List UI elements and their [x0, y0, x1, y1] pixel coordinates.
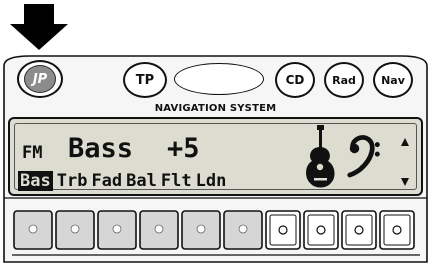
- menu-item-bal[interactable]: Bal: [126, 171, 157, 191]
- rad-button[interactable]: Rad: [324, 62, 364, 98]
- preset-buttons-row: [12, 210, 420, 256]
- down-arrow-icon: [10, 4, 68, 50]
- band-label: FM: [22, 143, 43, 163]
- brand-label: NAVIGATION SYSTEM: [154, 103, 277, 114]
- power-button[interactable]: JP: [17, 60, 63, 98]
- setting-name: Bass: [68, 133, 134, 164]
- menu-row: Bas Trb Fad Bal Flt Ldn: [18, 171, 226, 191]
- tp-label: TP: [135, 72, 155, 88]
- center-oval-button[interactable]: [174, 63, 264, 95]
- setting-value: +5: [167, 133, 200, 164]
- function-button-1[interactable]: [265, 210, 301, 250]
- nav-label: Nav: [381, 73, 405, 87]
- cd-label: CD: [285, 73, 305, 87]
- tp-button[interactable]: TP: [123, 62, 167, 98]
- lcd-display: FM Bass +5 Bas Trb Fad Bal Flt Ldn: [8, 117, 423, 196]
- function-button-2[interactable]: [303, 210, 339, 250]
- rad-label: Rad: [332, 73, 356, 87]
- jp-logo-icon: JP: [24, 65, 56, 93]
- menu-item-flt[interactable]: Flt: [161, 171, 192, 191]
- bass-clef-icon: [347, 135, 380, 178]
- menu-item-bas[interactable]: Bas: [18, 171, 53, 191]
- menu-item-trb[interactable]: Trb: [57, 171, 88, 191]
- preset-button-2[interactable]: [55, 210, 95, 250]
- preset-button-3[interactable]: [97, 210, 137, 250]
- preset-button-5[interactable]: [181, 210, 221, 250]
- menu-item-fad[interactable]: Fad: [91, 171, 122, 191]
- guitar-icon: [306, 125, 335, 188]
- menu-item-ldn[interactable]: Ldn: [196, 171, 227, 191]
- scroll-up-icon[interactable]: [400, 137, 410, 147]
- function-button-4[interactable]: [379, 210, 415, 250]
- preset-button-4[interactable]: [139, 210, 179, 250]
- nav-button[interactable]: Nav: [373, 62, 413, 98]
- preset-button-6[interactable]: [223, 210, 263, 250]
- function-button-3[interactable]: [341, 210, 377, 250]
- scroll-down-icon[interactable]: [400, 177, 410, 187]
- preset-button-1[interactable]: [13, 210, 53, 250]
- cd-button[interactable]: CD: [275, 62, 315, 98]
